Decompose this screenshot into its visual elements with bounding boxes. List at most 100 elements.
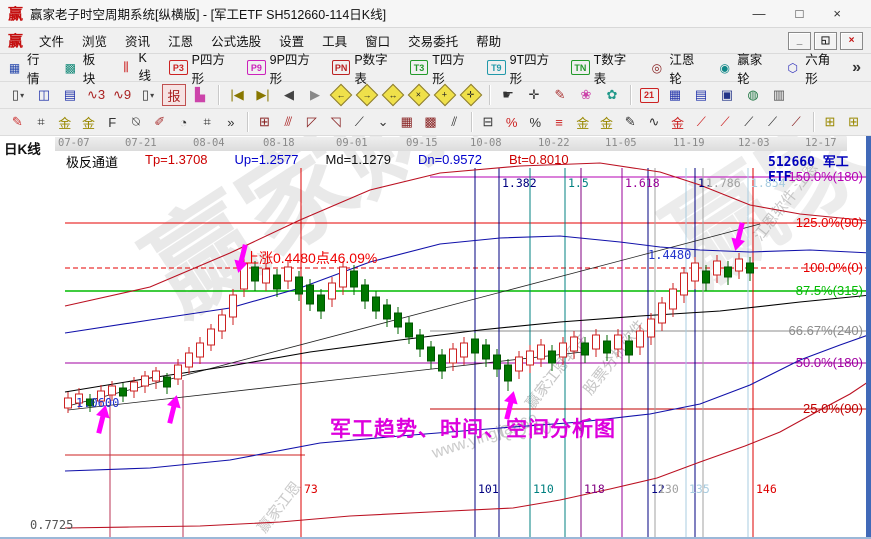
square-grid-2[interactable]: ⊞ (842, 111, 865, 133)
speed-fan[interactable]: ⫻ (277, 111, 300, 133)
toolbar-item-行情[interactable]: ▦行情 (6, 49, 51, 87)
fib-label: 1.786 (706, 176, 741, 190)
fan-top-left[interactable]: ◸ (301, 111, 324, 133)
gold-level-tool[interactable]: 金 (595, 111, 618, 133)
analysis-title-annotation: 军工趋势、时间、空间分析图 (330, 413, 616, 443)
notepad[interactable]: ▤ (689, 84, 713, 106)
calendar-21[interactable]: 21 (637, 84, 661, 106)
draw-overflow-icon: » (227, 115, 234, 130)
angle-line[interactable]: ⟋ (737, 111, 760, 133)
gold-lines-2[interactable]: 金 (77, 111, 100, 133)
square-grid-1-icon: ⊞ (824, 114, 835, 130)
gold-circle-tool[interactable]: 金 (571, 111, 594, 133)
parallel-lines[interactable]: ⫽ (443, 111, 466, 133)
prev-bar[interactable]: ◀ (277, 84, 301, 106)
toolbar-overflow-chevron[interactable]: » (852, 59, 865, 77)
crosshair-tool[interactable]: ✛ (522, 84, 546, 106)
toolbar-item-9P四方形[interactable]: P99P四方形 (247, 49, 321, 87)
maximize-button[interactable]: □ (796, 6, 804, 21)
color-chart[interactable]: ▙ (188, 84, 212, 106)
fibonacci-lines[interactable]: F (101, 111, 124, 133)
pattern-tool[interactable]: ✿ (600, 84, 624, 106)
quote-list[interactable]: ▤ (58, 84, 82, 106)
draw-overflow[interactable]: » (219, 111, 242, 133)
report-highlight[interactable]: 报 (162, 84, 186, 106)
save[interactable]: ▣ (715, 84, 739, 106)
toolbar-item-P数字表[interactable]: PNP数字表 (332, 49, 399, 87)
dense-grid[interactable]: ▩ (419, 111, 442, 133)
dropdown-arrow-icon: ▾ (150, 91, 154, 100)
percent-line-red-icon: % (506, 115, 518, 130)
toolbar-item-9T四方形[interactable]: T99T四方形 (487, 49, 560, 87)
spiral-tool[interactable]: ⍉ (125, 111, 148, 133)
chart-globe[interactable]: ◍ (741, 84, 765, 106)
zigzag-tool[interactable]: ⌄ (372, 111, 395, 133)
zoom-h-diamond[interactable]: ↔ (381, 84, 405, 106)
mdi-close-button[interactable]: × (840, 32, 863, 50)
gann-angle[interactable]: ⟋ (785, 111, 808, 133)
trend-line-tool[interactable]: ⟋ (348, 111, 371, 133)
zoom-left-diamond[interactable]: ← (329, 84, 353, 106)
pen-2[interactable]: ✐ (148, 111, 171, 133)
gold-diagonal[interactable]: 金 (666, 111, 689, 133)
mdi-restore-button[interactable]: ◱ (814, 32, 837, 50)
gold-lines-1[interactable]: 金 (53, 111, 76, 133)
remote-pc[interactable]: ▥ (767, 84, 791, 106)
level-label: 150.0%(180) (789, 169, 863, 184)
menu-item-资讯[interactable]: 资讯 (116, 28, 159, 53)
minimize-button[interactable]: — (753, 6, 766, 21)
small-grid[interactable]: ▦ (395, 111, 418, 133)
time-circle[interactable]: ◔ (172, 111, 195, 133)
toolbar-item-江恩轮[interactable]: ◎江恩轮 (648, 49, 705, 87)
toolbar-item-六角形[interactable]: ⬡六角形 (784, 49, 841, 87)
multi-window[interactable]: ◫ (32, 84, 56, 106)
toolbar-item-K线[interactable]: ⫼K线 (118, 51, 159, 84)
speed-line[interactable]: ⟋ (761, 111, 784, 133)
angle-line-icon: ⟋ (744, 114, 753, 130)
price-label-tool[interactable]: ⊟ (477, 111, 500, 133)
single-candle[interactable]: ▯▾ (136, 84, 160, 106)
zoom-x-diamond[interactable]: × (407, 84, 431, 106)
kline-chart-area[interactable]: 日K线 极反通道Tp=1.3708Up=1.2577Md=1.1279Dn=0.… (0, 136, 871, 539)
pen-red[interactable]: ✎ (6, 111, 29, 133)
first-bar[interactable]: |◀ (225, 84, 249, 106)
calculator[interactable]: ▦ (663, 84, 687, 106)
toolbar-item-T数字表[interactable]: TNT数字表 (571, 49, 637, 87)
percent-line-red[interactable]: % (500, 111, 523, 133)
9P四方形-icon: P9 (247, 60, 266, 75)
wave-9[interactable]: ∿9 (110, 84, 134, 106)
percent-tool[interactable]: % (524, 111, 547, 133)
fan-top-right[interactable]: ◹ (324, 111, 347, 133)
draw-tool[interactable]: ✎ (548, 84, 572, 106)
toolbar-separator (630, 85, 631, 105)
flower-tool[interactable]: ❀ (574, 84, 598, 106)
zoom-in-diamond[interactable]: + (433, 84, 457, 106)
mdi-minimize-button[interactable]: _ (788, 32, 811, 50)
toolbar-item-T四方形[interactable]: T3T四方形 (410, 49, 476, 87)
wave-tool[interactable]: ∿ (643, 111, 666, 133)
toolbar-item-P四方形[interactable]: P3P四方形 (169, 49, 236, 87)
hand-tool[interactable]: ☛ (496, 84, 520, 106)
time-count-label: 135 (689, 482, 710, 496)
close-button[interactable]: × (833, 6, 841, 21)
levels-tool[interactable]: ≡ (548, 111, 571, 133)
wave-3[interactable]: ∿3 (84, 84, 108, 106)
kline-style[interactable]: ▯▾ (6, 84, 30, 106)
mark-pen[interactable]: ✎ (619, 111, 642, 133)
zoom-right-diamond[interactable]: → (355, 84, 379, 106)
toolbar-item-label: T数字表 (594, 49, 638, 87)
grid-lines[interactable]: ⌗ (30, 111, 53, 133)
last-bar[interactable]: ▶| (251, 84, 275, 106)
symbol-code: 512660 (768, 155, 815, 170)
gann-box[interactable]: ⊞ (253, 111, 276, 133)
j-line[interactable]: ⟋ (690, 111, 713, 133)
zoom-all-diamond[interactable]: ✛ (459, 84, 483, 106)
grid-lines-2[interactable]: ⌗ (196, 111, 219, 133)
next-bar-icon: ▶ (310, 87, 320, 103)
toolbar-item-板块[interactable]: ▩板块 (62, 49, 107, 87)
next-bar[interactable]: ▶ (303, 84, 327, 106)
f-line[interactable]: ⟋ (714, 111, 737, 133)
square-grid-1[interactable]: ⊞ (819, 111, 842, 133)
arrow-glyph: × (416, 90, 421, 99)
toolbar-item-赢家轮[interactable]: ◉赢家轮 (716, 49, 773, 87)
